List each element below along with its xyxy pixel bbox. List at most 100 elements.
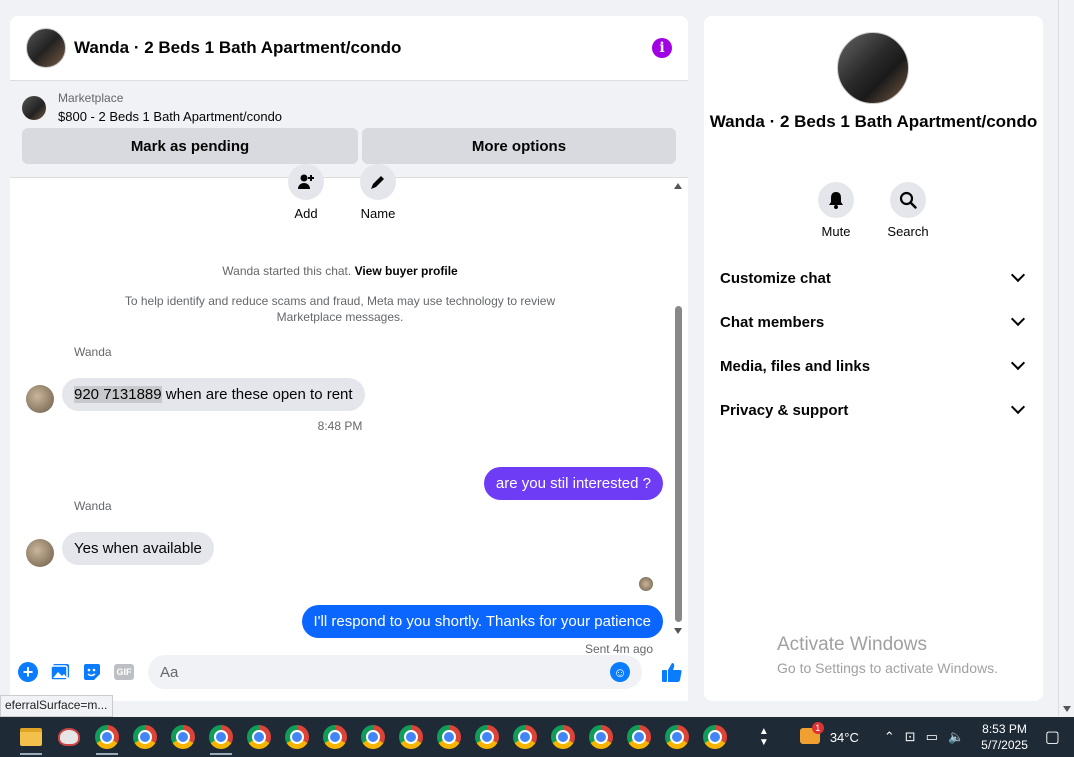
system-tray: ▲ ▼ 1 34°C ⌃ ⊡ ▭ 🔈 8:53 PM 5/7/2025 ▢ (754, 717, 1074, 757)
outgoing-message[interactable]: are you stil interested ? (483, 467, 663, 500)
gif-button[interactable]: GIF (114, 662, 134, 682)
temperature[interactable]: 34°C (830, 730, 859, 745)
conversation-avatar[interactable] (837, 32, 909, 104)
chrome-icon[interactable] (544, 717, 582, 757)
phone-number-highlight: 920 7131889 (74, 386, 162, 403)
like-button[interactable] (660, 660, 684, 684)
seen-receipt-avatar (639, 577, 653, 591)
conversation-name: Wanda · 2 Beds 1 Bath Apartment/condo (709, 112, 1038, 131)
chrome-icon[interactable] (620, 717, 658, 757)
scroll-down-arrow-icon[interactable] (1063, 706, 1071, 712)
weather-icon[interactable]: 1 (799, 721, 824, 747)
chrome-icon[interactable] (316, 717, 354, 757)
paint-icon[interactable] (50, 717, 88, 757)
chat-header: Wanda · 2 Beds 1 Bath Apartment/condo i (10, 16, 688, 81)
notification-icon[interactable]: ▢ (1045, 727, 1060, 747)
wanda-avatar[interactable] (26, 385, 54, 413)
gif-icon: GIF (114, 664, 134, 680)
sender-name: Wanda (74, 345, 112, 359)
mark-as-pending-button[interactable]: Mark as pending (22, 128, 358, 164)
windows-taskbar: ▲ ▼ 1 34°C ⌃ ⊡ ▭ 🔈 8:53 PM 5/7/2025 ▢ (0, 717, 1074, 757)
outgoing-message[interactable]: I'll respond to you shortly. Thanks for … (301, 605, 663, 638)
view-buyer-profile-link[interactable]: View buyer profile (355, 264, 458, 278)
volume-icon[interactable]: 🔈 (948, 729, 964, 745)
chrome-icon[interactable] (164, 717, 202, 757)
chrome-icon[interactable] (88, 717, 126, 757)
chat-started-notice: Wanda started this chat. View buyer prof… (222, 264, 458, 278)
time: 8:53 PM (982, 722, 1027, 736)
search-button[interactable]: Search (887, 182, 929, 239)
scroll-up-arrow-icon[interactable] (674, 183, 682, 189)
message-list[interactable]: Add Name Wanda started this chat. View b… (10, 164, 688, 656)
incoming-message[interactable]: Yes when available (62, 532, 214, 565)
listing-thumbnail (22, 95, 46, 120)
message-scrollbar[interactable] (674, 178, 684, 638)
status-url-bar: eferralSurface=m... (0, 695, 113, 717)
bell-icon (818, 182, 854, 218)
chrome-icon[interactable] (582, 717, 620, 757)
chrome-icon[interactable] (430, 717, 468, 757)
activate-windows-watermark: Activate Windows Go to Settings to activ… (777, 634, 998, 676)
more-actions-button[interactable]: + (18, 662, 38, 682)
sticker-button[interactable] (82, 662, 102, 682)
info-icon[interactable]: i (652, 38, 672, 58)
menu-media-files-links[interactable]: Media, files and links (704, 344, 1043, 388)
mute-button[interactable]: Mute (818, 182, 854, 239)
attach-photo-button[interactable] (50, 662, 70, 682)
date: 5/7/2025 (981, 738, 1028, 752)
mute-label: Mute (821, 224, 851, 239)
chrome-icon[interactable] (696, 717, 734, 757)
weather-badge: 1 (811, 721, 824, 734)
search-icon (890, 182, 926, 218)
menu-chat-members[interactable]: Chat members (704, 300, 1043, 344)
message-timestamp: 8:48 PM (317, 419, 363, 433)
chat-panel: Wanda · 2 Beds 1 Bath Apartment/condo i … (10, 16, 688, 701)
chrome-icon[interactable] (392, 717, 430, 757)
file-explorer-icon[interactable] (12, 717, 50, 757)
app-icon-partial[interactable] (0, 717, 12, 757)
message-input[interactable] (160, 663, 610, 681)
clock[interactable]: 8:53 PM 5/7/2025 (981, 721, 1028, 753)
listing-avatar[interactable] (26, 28, 66, 68)
add-person-button[interactable]: Add (288, 164, 324, 221)
search-label: Search (887, 224, 929, 239)
marketplace-label: Marketplace (58, 91, 124, 105)
message-input-box[interactable]: ☺ (148, 655, 642, 689)
incoming-message[interactable]: 920 7131889 when are these open to rent (62, 378, 365, 411)
page-scrollbar[interactable] (1058, 0, 1074, 716)
chevron-up-icon[interactable]: ⌃ (884, 729, 895, 745)
menu-customize-chat[interactable]: Customize chat (704, 256, 1043, 300)
taskbar-scroll-icon[interactable]: ▲ ▼ (759, 726, 769, 748)
meet-icon[interactable]: ⊡ (905, 729, 916, 745)
sticker-icon (84, 664, 100, 680)
composer: + GIF ☺ (10, 652, 688, 692)
wanda-avatar[interactable] (26, 539, 54, 567)
name-button[interactable]: Name (360, 164, 396, 221)
photo-icon (50, 664, 69, 681)
marketplace-bar: Marketplace $800 - 2 Beds 1 Bath Apartme… (10, 81, 688, 178)
conversation-info-panel: Wanda · 2 Beds 1 Bath Apartment/condo Mu… (704, 16, 1043, 701)
chrome-icon[interactable] (468, 717, 506, 757)
marketplace-listing[interactable]: Marketplace $800 - 2 Beds 1 Bath Apartme… (22, 91, 676, 124)
scroll-down-arrow-icon[interactable] (674, 628, 682, 634)
chrome-icon[interactable] (506, 717, 544, 757)
chrome-icon[interactable] (202, 717, 240, 757)
chevron-down-icon (1010, 311, 1026, 327)
chat-title[interactable]: Wanda · 2 Beds 1 Bath Apartment/condo (74, 38, 652, 58)
plus-icon: + (18, 662, 38, 682)
chrome-icon[interactable] (126, 717, 164, 757)
pencil-icon (360, 164, 396, 200)
emoji-icon[interactable]: ☺ (610, 662, 630, 682)
add-person-icon (288, 164, 324, 200)
more-options-button[interactable]: More options (362, 128, 676, 164)
name-label: Name (360, 206, 396, 221)
scrollbar-thumb[interactable] (675, 306, 682, 622)
chrome-icon[interactable] (354, 717, 392, 757)
network-icon[interactable]: ▭ (926, 729, 938, 745)
chrome-icon[interactable] (278, 717, 316, 757)
chrome-icon[interactable] (658, 717, 696, 757)
thumbs-up-icon (662, 663, 682, 682)
chevron-down-icon (1010, 267, 1026, 283)
menu-privacy-support[interactable]: Privacy & support (704, 388, 1043, 432)
chrome-icon[interactable] (240, 717, 278, 757)
